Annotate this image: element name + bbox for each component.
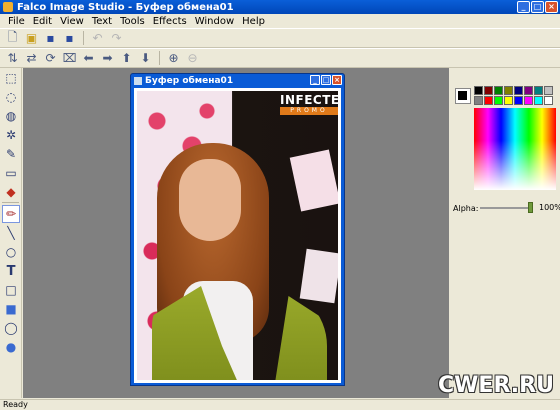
menu-tools[interactable]: Tools	[116, 16, 149, 27]
flip-vertical-icon[interactable]: ⇅	[4, 50, 21, 67]
undo-icon[interactable]: ↶	[89, 30, 106, 47]
image-close-button[interactable]: ×	[332, 75, 342, 85]
color-panel: Alpha: 100%	[450, 68, 560, 398]
app-icon	[3, 2, 13, 12]
crop-icon[interactable]: ⌧	[61, 50, 78, 67]
rectangle-icon[interactable]: □	[2, 281, 20, 299]
menu-text[interactable]: Text	[88, 16, 116, 27]
alpha-slider-track[interactable]	[480, 207, 532, 209]
menu-view[interactable]: View	[56, 16, 88, 27]
photo-logo: INFECTED PROMO	[280, 94, 338, 115]
text-icon[interactable]: T	[2, 262, 20, 280]
transform-toolbar: ⇅ ⇄ ⟳ ⌧ ⬅ ➡ ⬆ ⬇ ⊕ ⊖	[0, 48, 560, 68]
image-window[interactable]: Буфер обмена01 _ □ × INFECTED PROMO	[130, 73, 345, 386]
eraser-icon[interactable]: ▭	[2, 164, 20, 182]
menu-help[interactable]: Help	[238, 16, 269, 27]
line-icon[interactable]: ╲	[2, 224, 20, 242]
logo-subtext: PROMO	[280, 107, 338, 115]
arrow-left-icon[interactable]: ⬅	[80, 50, 97, 67]
redo-icon[interactable]: ↷	[108, 30, 125, 47]
palette-swatch[interactable]	[514, 86, 523, 95]
maximize-button[interactable]: □	[531, 1, 544, 13]
arrow-right-icon[interactable]: ➡	[99, 50, 116, 67]
lasso-icon[interactable]: ◍	[2, 107, 20, 125]
ellipse-icon[interactable]: ◯	[2, 319, 20, 337]
logo-text: INFECTED	[280, 93, 338, 107]
main-toolbar: 🗋 ▣ ▪ ▪ ↶ ↷	[0, 28, 560, 48]
watermark: CWER.RU	[438, 372, 554, 398]
color-spectrum[interactable]	[474, 108, 556, 190]
ellipse-select-icon[interactable]: ◌	[2, 88, 20, 106]
palette-swatch[interactable]	[474, 86, 483, 95]
fill-icon[interactable]: ◆	[2, 183, 20, 201]
palette-swatch[interactable]	[504, 96, 513, 105]
image-window-title: Буфер обмена01	[145, 75, 234, 86]
tool-palette: ⬚ ◌ ◍ ✲ ✎ ▭ ◆ ✏ ╲ ○ T □ ■ ◯ ●	[0, 68, 22, 398]
palette-swatch[interactable]	[544, 86, 553, 95]
alpha-label: Alpha:	[453, 203, 479, 213]
arrow-up-icon[interactable]: ⬆	[118, 50, 135, 67]
palette-swatch[interactable]	[514, 96, 523, 105]
save-as-icon[interactable]: ▪	[61, 30, 78, 47]
zoom-in-icon[interactable]: ⊕	[165, 50, 182, 67]
new-icon[interactable]: 🗋	[4, 30, 21, 47]
flip-horizontal-icon[interactable]: ⇄	[23, 50, 40, 67]
filled-ellipse-icon[interactable]: ●	[2, 338, 20, 356]
eyedropper-icon[interactable]: ✎	[2, 145, 20, 163]
rect-select-icon[interactable]: ⬚	[2, 69, 20, 87]
photo-poster	[299, 248, 338, 304]
workspace: Буфер обмена01 _ □ × INFECTED PROMO	[23, 68, 449, 398]
palette-swatch[interactable]	[544, 96, 553, 105]
current-color-swatch[interactable]	[455, 88, 471, 104]
open-icon[interactable]: ▣	[23, 30, 40, 47]
palette-swatch[interactable]	[504, 86, 513, 95]
palette-swatch[interactable]	[494, 86, 503, 95]
palette-swatch[interactable]	[524, 86, 533, 95]
magic-wand-icon[interactable]: ✲	[2, 126, 20, 144]
photo-face	[179, 159, 241, 241]
palette-swatch[interactable]	[534, 96, 543, 105]
photo: INFECTED PROMO	[137, 91, 338, 380]
image-minimize-button[interactable]: _	[310, 75, 320, 85]
foreground-color[interactable]	[458, 91, 467, 100]
menu-effects[interactable]: Effects	[149, 16, 191, 27]
palette-swatch[interactable]	[484, 96, 493, 105]
minimize-button[interactable]: _	[517, 1, 530, 13]
status-text: Ready	[3, 400, 28, 409]
save-icon[interactable]: ▪	[42, 30, 59, 47]
menu-edit[interactable]: Edit	[29, 16, 56, 27]
window-title: Falco Image Studio - Буфер обмена01	[17, 1, 234, 13]
filled-rectangle-icon[interactable]: ■	[2, 300, 20, 318]
zoom-out-icon[interactable]: ⊖	[184, 50, 201, 67]
pencil-icon[interactable]: ✏	[2, 205, 20, 223]
palette-swatch[interactable]	[494, 96, 503, 105]
title-bar: Falco Image Studio - Буфер обмена01 _ □ …	[0, 0, 560, 14]
menu-bar: File Edit View Text Tools Effects Window…	[0, 14, 560, 28]
close-button[interactable]: ×	[545, 1, 558, 13]
image-window-icon	[134, 76, 142, 85]
rotate-icon[interactable]: ⟳	[42, 50, 59, 67]
alpha-slider-thumb[interactable]	[528, 202, 533, 213]
palette-swatch[interactable]	[474, 96, 483, 105]
arrow-down-icon[interactable]: ⬇	[137, 50, 154, 67]
image-canvas[interactable]: INFECTED PROMO	[134, 88, 341, 383]
alpha-value: 100%	[539, 203, 560, 212]
palette-swatch[interactable]	[534, 86, 543, 95]
photo-poster	[289, 149, 338, 212]
palette-swatch[interactable]	[484, 86, 493, 95]
color-palette	[474, 86, 553, 105]
alpha-control: Alpha: 100%	[453, 202, 560, 214]
menu-file[interactable]: File	[4, 16, 29, 27]
image-window-title-bar[interactable]: Буфер обмена01 _ □ ×	[131, 74, 344, 87]
circle-icon[interactable]: ○	[2, 243, 20, 261]
image-maximize-button[interactable]: □	[321, 75, 331, 85]
palette-swatch[interactable]	[524, 96, 533, 105]
menu-window[interactable]: Window	[191, 16, 238, 27]
